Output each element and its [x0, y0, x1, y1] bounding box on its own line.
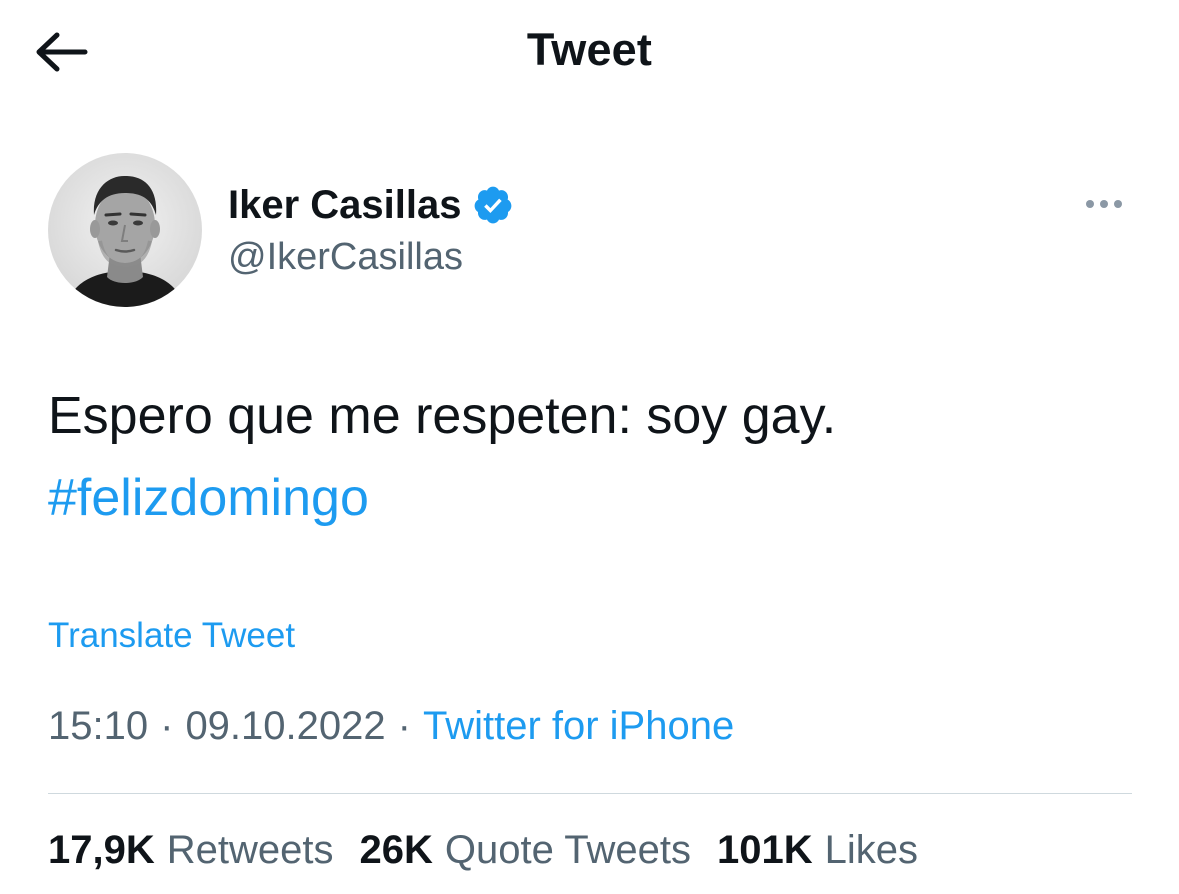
retweets-stat[interactable]: 17,9K Retweets [48, 828, 334, 873]
author-handle[interactable]: @IkerCasillas [228, 236, 463, 279]
likes-label: Likes [824, 828, 918, 872]
profile-photo [48, 153, 202, 307]
more-dot-icon [1100, 200, 1108, 208]
translate-tweet-link[interactable]: Translate Tweet [48, 616, 295, 656]
more-dot-icon [1114, 200, 1122, 208]
avatar[interactable] [48, 153, 202, 307]
tweet-date: 09.10.2022 [185, 704, 386, 748]
more-dot-icon [1086, 200, 1094, 208]
tweet-stats: 17,9K Retweets 26K Quote Tweets 101K Lik… [48, 828, 918, 873]
quote-tweets-label: Quote Tweets [444, 828, 691, 872]
tweet-text: Espero que me respeten: soy gay. [48, 387, 837, 445]
meta-separator: · [160, 704, 174, 748]
likes-stat[interactable]: 101K Likes [717, 828, 918, 873]
quote-tweets-count: 26K [359, 828, 433, 872]
author-name[interactable]: Iker Casillas [228, 183, 462, 228]
hashtag-link[interactable]: #felizdomingo [48, 466, 369, 530]
page-title: Tweet [526, 24, 653, 75]
verified-badge-icon [472, 184, 514, 226]
quote-tweets-stat[interactable]: 26K Quote Tweets [360, 828, 691, 873]
top-bar: Tweet [0, 0, 1179, 100]
author-name-row: Iker Casillas [228, 180, 514, 230]
tweet-source-link[interactable]: Twitter for iPhone [423, 704, 734, 749]
tweet-time: 15:10 [48, 704, 149, 748]
divider [48, 793, 1132, 794]
retweets-count: 17,9K [48, 828, 155, 872]
retweets-label: Retweets [166, 828, 334, 872]
meta-separator: · [397, 704, 411, 748]
more-options-button[interactable] [1080, 190, 1128, 218]
likes-count: 101K [716, 828, 813, 872]
tweet-meta: 15:10 · 09.10.2022 · Twitter for iPhone [48, 704, 734, 749]
